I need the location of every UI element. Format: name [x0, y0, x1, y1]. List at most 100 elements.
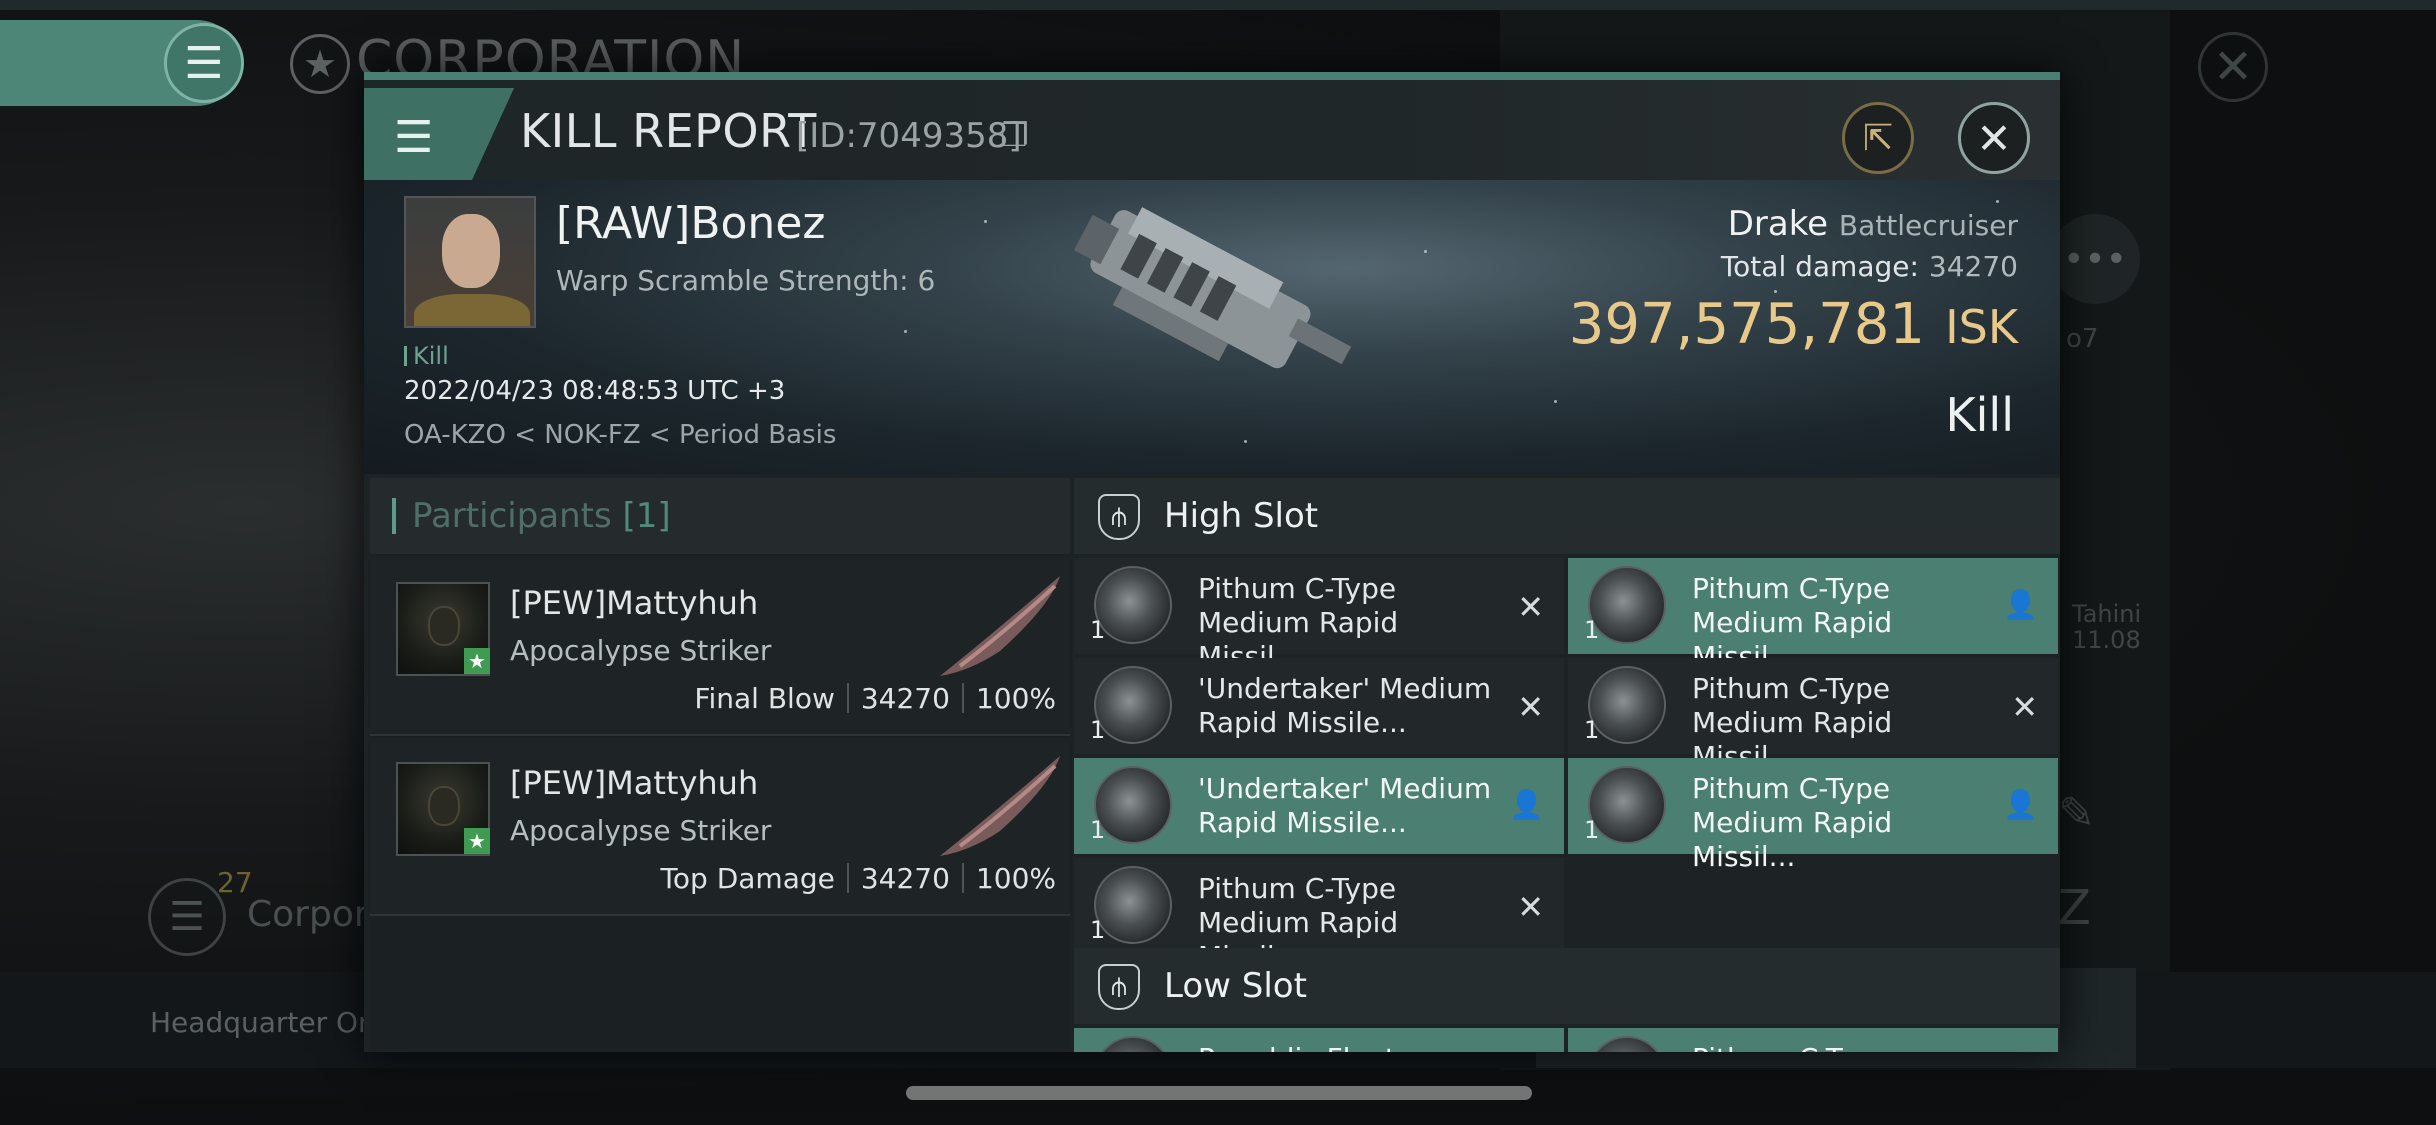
victim-hero: [RAW]Bonez Warp Scramble Strength: 6 Kil…: [364, 180, 2060, 474]
module-item[interactable]: 1 Pithum C-Type Medium Rapid Missil... ✕: [1074, 858, 1564, 973]
participants-header: Participants [1]: [370, 478, 1070, 554]
module-item[interactable]: 1 'Undertaker' Medium Rapid Missile... ✕: [1074, 658, 1564, 754]
total-damage-line: Total damage: 34270: [1721, 250, 2018, 283]
low-slot-title: Low Slot: [1164, 966, 1307, 1006]
background-close-button[interactable]: ✕: [2198, 32, 2268, 102]
module-name: Pithum C-Type ...: [1692, 1042, 1992, 1052]
module-name: 'Undertaker' Medium Rapid Missile...: [1198, 672, 1492, 739]
module-quantity: 1: [1090, 716, 1106, 744]
dropped-person-icon: 👤: [2003, 788, 2038, 821]
participant-role: Final Blow: [694, 682, 835, 715]
apocalypse-striker-image: [940, 576, 1060, 676]
participant-percent: 100%: [975, 682, 1056, 715]
participant-ship: Apocalypse Striker: [510, 634, 772, 667]
victim-name[interactable]: [RAW]Bonez: [556, 198, 825, 249]
drake-ship-image[interactable]: [1044, 180, 1374, 430]
missile-launcher-icon: [1094, 766, 1172, 844]
participant-percent: 100%: [975, 862, 1056, 895]
ship-name[interactable]: Drake: [1728, 204, 1828, 244]
module-item[interactable]: 1 Pithum C-Type Medium Rapid Missil... ✕: [1074, 558, 1564, 673]
participant-damage: 34270: [860, 862, 950, 895]
isk-value-line: 397,575,781 ISK: [1569, 292, 2018, 357]
participant-role: Top Damage: [660, 862, 835, 895]
high-slot-header: ⫛ High Slot: [1074, 478, 2060, 554]
module-name: Republic Fleet ...: [1198, 1042, 1498, 1052]
isk-value: 397,575,781: [1568, 292, 1926, 357]
corporation-menu-icon[interactable]: ☰: [148, 878, 226, 956]
module-item[interactable]: 1 Pithum C-Type Medium Rapid Missil... 👤: [1568, 558, 2058, 673]
isk-unit: ISK: [1945, 300, 2018, 354]
close-icon: ✕: [2212, 39, 2254, 95]
more-icon: •••: [2063, 238, 2127, 280]
module-item[interactable]: 1 'Undertaker' Medium Rapid Missile... 👤: [1074, 758, 1564, 854]
module-icon: [1094, 1036, 1172, 1052]
participant-stats: Top Damage 34270 100%: [661, 862, 1056, 895]
module-name: 'Undertaker' Medium Rapid Missile...: [1198, 772, 1492, 839]
participant-row[interactable]: ★ [PEW]Mattyhuh Apocalypse Striker Final…: [370, 558, 1070, 736]
module-item[interactable]: 1 Pithum C-Type Medium Rapid Missil... 👤: [1568, 758, 2058, 873]
background-more-button[interactable]: •••: [2050, 214, 2140, 304]
module-icon: [1588, 1036, 1666, 1052]
close-button[interactable]: ✕: [1958, 102, 2030, 174]
module-item[interactable]: 1 Pithum C-Type Medium Rapid Missil... ✕: [1568, 658, 2058, 773]
kill-result: Kill: [1945, 388, 2014, 442]
participant-avatar[interactable]: ★: [396, 762, 490, 856]
module-item[interactable]: Pithum C-Type ...: [1568, 1028, 2058, 1052]
module-quantity: 1: [1090, 616, 1106, 644]
total-damage-value: 34270: [1928, 250, 2018, 283]
filter-icon[interactable]: Z: [2058, 880, 2091, 936]
close-icon: ✕: [1976, 113, 2012, 163]
kill-location[interactable]: OA-KZO < NOK-FZ < Period Basis: [404, 420, 836, 450]
modal-title: KILL REPORT: [520, 104, 817, 158]
module-quantity: 1: [1090, 816, 1106, 844]
background-side-text: Tahini: [2072, 600, 2142, 628]
module-quantity: 1: [1584, 816, 1600, 844]
edit-icon[interactable]: ✎: [2058, 788, 2116, 846]
dropped-person-icon: 👤: [2003, 588, 2038, 621]
participants-count: [1]: [622, 496, 671, 536]
module-quantity: 1: [1090, 916, 1106, 944]
victim-avatar[interactable]: [404, 196, 536, 328]
apocalypse-striker-image: [940, 756, 1060, 856]
modal-header: ☰ KILL REPORT [ID:7049358] ❐ ⇱ ✕: [364, 80, 2060, 180]
ship-name-line: Drake Battlecruiser: [1728, 204, 2018, 244]
total-damage-label: Total damage:: [1720, 250, 1919, 283]
high-slot-title: High Slot: [1164, 496, 1319, 536]
missile-launcher-icon: [1588, 766, 1666, 844]
low-slot-header: ⫛ Low Slot: [1074, 948, 2060, 1024]
participant-avatar[interactable]: ★: [396, 582, 490, 676]
participant-name[interactable]: [PEW]Mattyhuh: [510, 584, 758, 622]
kill-tag: Kill: [404, 342, 449, 370]
participant-ship: Apocalypse Striker: [510, 814, 772, 847]
high-slot-icon: ⫛: [1098, 494, 1140, 540]
star-icon: ★: [464, 828, 490, 854]
module-name: Pithum C-Type Medium Rapid Missil...: [1692, 772, 1893, 873]
destroyed-x-icon: ✕: [1517, 688, 1544, 726]
share-icon: ⇱: [1862, 117, 1894, 159]
participant-row[interactable]: ★ [PEW]Mattyhuh Apocalypse Striker Top D…: [370, 738, 1070, 916]
participants-panel: Participants [1] ★ [PEW]Mattyhuh Apocaly…: [370, 478, 1070, 1050]
background-side-text: o7: [2066, 324, 2099, 354]
participant-name[interactable]: [PEW]Mattyhuh: [510, 764, 758, 802]
module-quantity: 1: [1584, 716, 1600, 744]
copy-icon[interactable]: ❐: [1000, 116, 1029, 154]
home-indicator[interactable]: [906, 1086, 1532, 1100]
missile-launcher-icon: [1588, 566, 1666, 644]
ship-class: Battlecruiser: [1838, 209, 2018, 242]
fitting-slots-panel: ⫛ High Slot 1 Pithum C-Type Medium Rapid…: [1074, 478, 2060, 1052]
background-top-bar: [0, 0, 2436, 10]
background-menu-button[interactable]: ☰: [164, 23, 244, 103]
destroyed-x-icon: ✕: [2011, 688, 2038, 726]
kill-report-modal: ☰ KILL REPORT [ID:7049358] ❐ ⇱ ✕ [RAW]Bo…: [364, 72, 2060, 1052]
background-side-text: 11.08: [2072, 626, 2141, 654]
corporation-star-icon: ★: [290, 34, 350, 94]
participants-title: Participants: [412, 496, 612, 536]
share-button[interactable]: ⇱: [1842, 102, 1914, 174]
low-slot-icon: ⫛: [1098, 964, 1140, 1010]
kill-datetime: 2022/04/23 08:48:53 UTC +3: [404, 376, 786, 406]
module-item[interactable]: Republic Fleet ...: [1074, 1028, 1564, 1052]
participant-damage: 34270: [860, 682, 950, 715]
menu-button[interactable]: ☰: [364, 88, 514, 180]
hamburger-icon: ☰: [184, 37, 224, 89]
star-icon: ★: [464, 648, 490, 674]
